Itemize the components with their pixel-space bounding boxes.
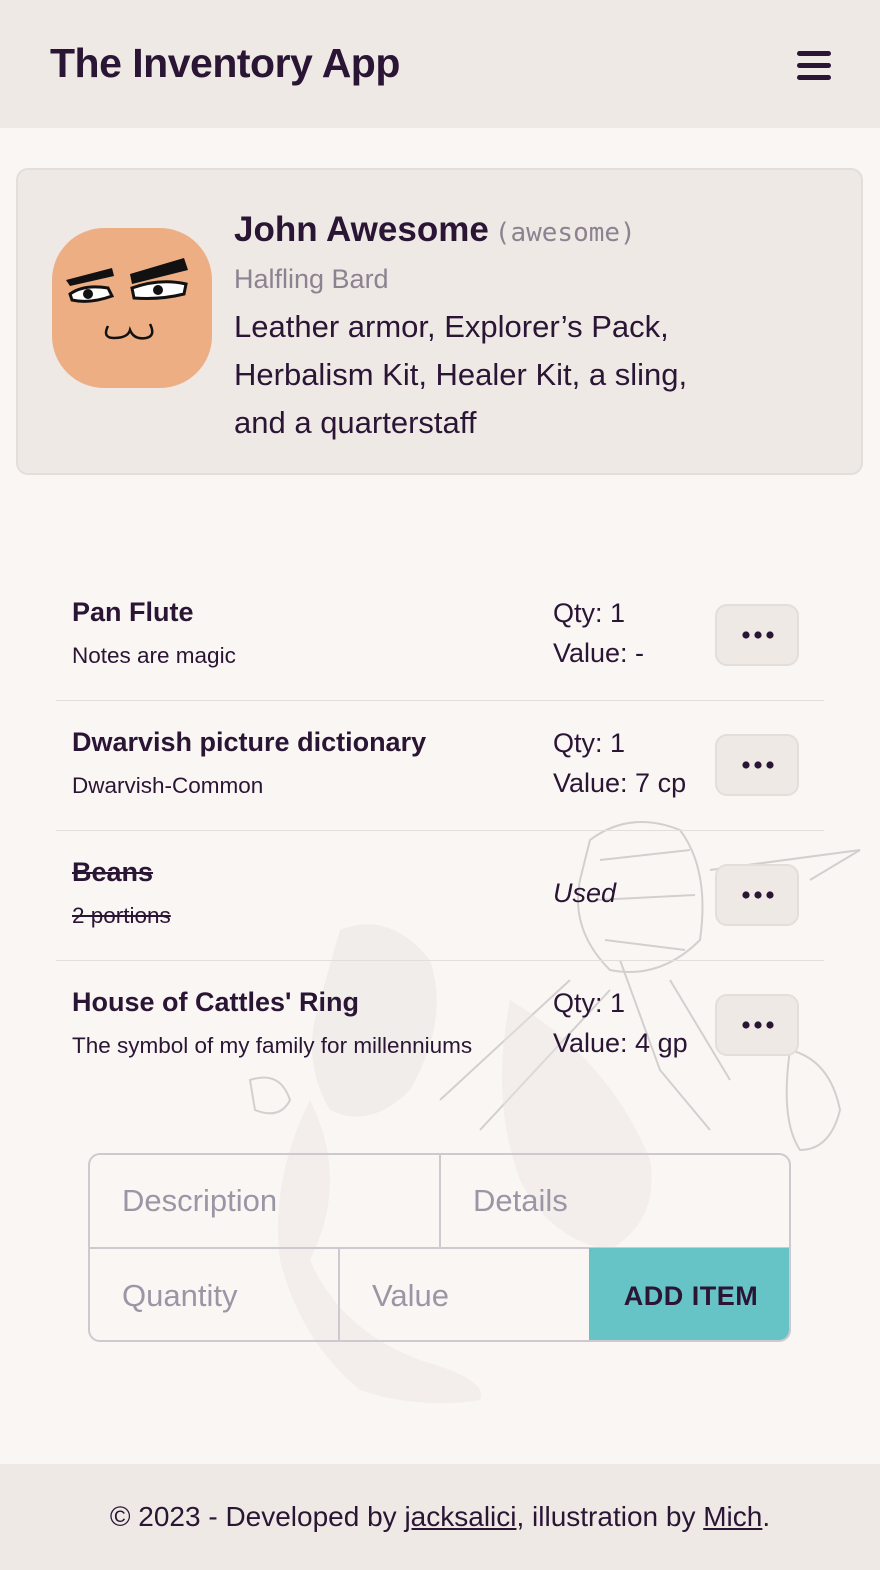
more-dots-icon <box>742 891 774 899</box>
item-status: Used <box>553 878 617 908</box>
character-name: John Awesome (awesome) <box>234 210 636 250</box>
item-value: Value: 7 cp <box>553 768 687 798</box>
illustrator-link[interactable]: Mich <box>703 1501 762 1532</box>
item-more-button[interactable] <box>715 994 799 1056</box>
item-details: Notes are magic <box>72 643 236 668</box>
item-value: Value: - <box>553 638 645 668</box>
item-name: Beans <box>72 857 154 887</box>
face-avatar-icon <box>52 228 212 388</box>
hamburger-menu-icon[interactable] <box>797 49 833 81</box>
item-name: House of Cattles' Ring <box>72 987 359 1017</box>
footer-illustration-text: , illustration by <box>516 1501 704 1532</box>
item-details: 2 portions <box>72 903 171 928</box>
item-quantity: Qty: 1 <box>553 598 626 628</box>
character-class: Halfling Bard <box>234 264 389 294</box>
footer: © 2023 - Developed by jacksalici, illust… <box>0 1464 880 1570</box>
character-handle: (awesome) <box>494 218 636 248</box>
add-item-button[interactable]: ADD ITEM <box>589 1248 789 1340</box>
inventory-item-row-used: Beans 2 portions Used <box>56 831 824 961</box>
item-more-button[interactable] <box>715 864 799 926</box>
more-dots-icon <box>742 631 774 639</box>
item-name: Dwarvish picture dictionary <box>72 727 427 757</box>
app-header: The Inventory App <box>0 0 880 128</box>
more-dots-icon <box>742 761 774 769</box>
item-more-button[interactable] <box>715 604 799 666</box>
item-name: Pan Flute <box>72 597 194 627</box>
item-value: Value: 4 gp <box>553 1028 688 1058</box>
item-more-button[interactable] <box>715 734 799 796</box>
more-dots-icon <box>742 1021 774 1029</box>
item-quantity: Qty: 1 <box>553 728 626 758</box>
footer-copyright: © 2023 - Developed by <box>109 1501 405 1532</box>
quantity-input[interactable] <box>90 1249 340 1340</box>
inventory-item-row: Pan Flute Notes are magic Qty: 1 Value: … <box>56 571 824 701</box>
character-card: John Awesome (awesome) Halfling Bard Leat… <box>16 168 863 475</box>
character-name-text: John Awesome <box>234 210 489 249</box>
item-details: Dwarvish-Common <box>72 773 264 798</box>
value-input[interactable] <box>340 1249 589 1340</box>
add-item-form: ADD ITEM <box>88 1153 791 1342</box>
footer-suffix: . <box>762 1501 771 1532</box>
description-input[interactable] <box>90 1155 441 1249</box>
developer-link[interactable]: jacksalici <box>404 1501 516 1532</box>
inventory-item-row: House of Cattles' Ring The symbol of my … <box>56 961 824 1091</box>
app-title: The Inventory App <box>50 40 400 86</box>
character-equipment: Leather armor, Explorer’s Pack, Herbalis… <box>234 309 688 440</box>
item-quantity: Qty: 1 <box>553 988 626 1018</box>
inventory-item-row: Dwarvish picture dictionary Dwarvish-Com… <box>56 701 824 831</box>
details-input[interactable] <box>441 1155 789 1249</box>
item-details: The symbol of my family for millenniums <box>72 1033 473 1058</box>
